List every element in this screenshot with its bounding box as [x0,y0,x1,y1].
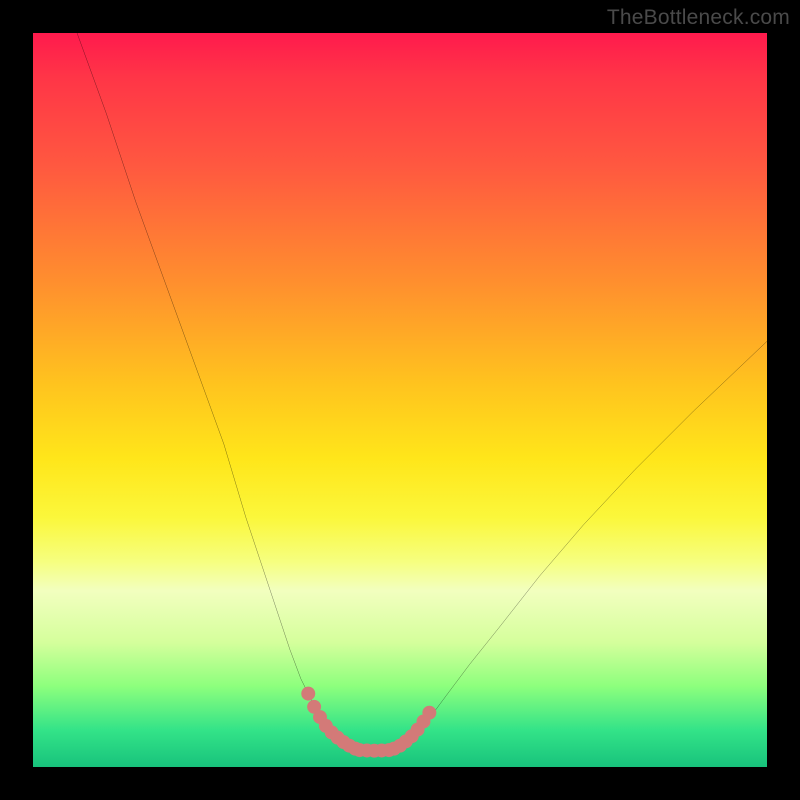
overlay-dots [301,687,436,758]
plot-area [33,33,767,767]
chart-frame: TheBottleneck.com [0,0,800,800]
overlay-dot [422,706,436,720]
curve-right [393,341,767,750]
watermark-text: TheBottleneck.com [607,6,790,30]
chart-svg [33,33,767,767]
curve-left [77,33,356,750]
overlay-dot [301,687,315,701]
